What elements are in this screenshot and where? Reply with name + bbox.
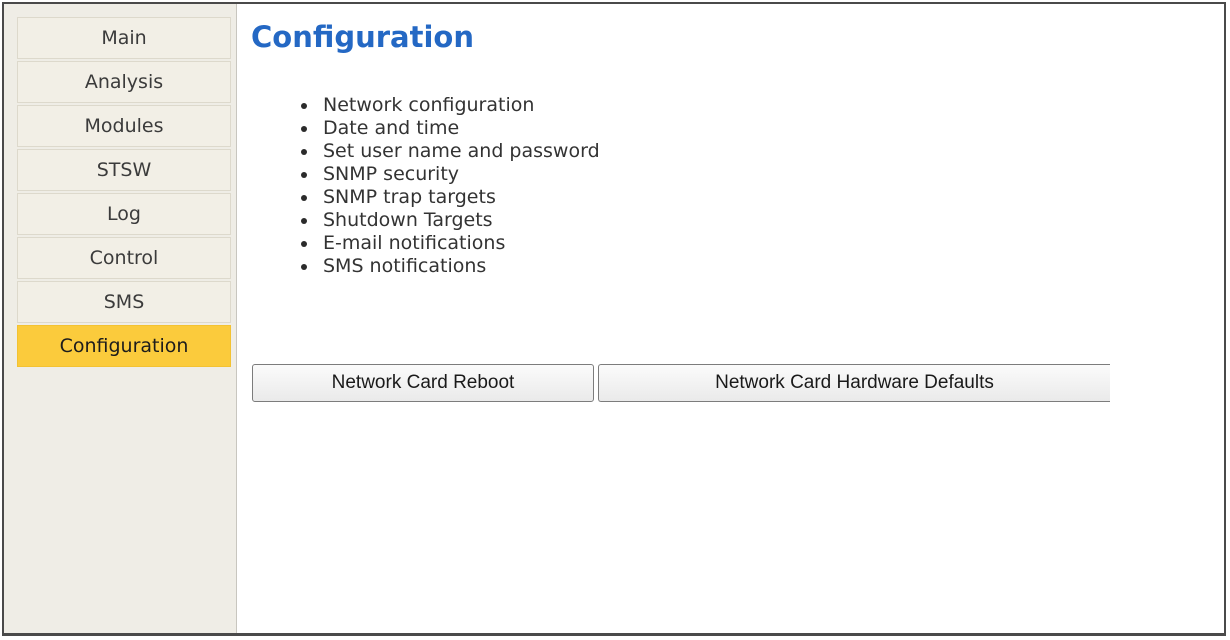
sidebar-nav: Main Analysis Modules STSW Log Control S…	[17, 17, 231, 369]
list-item-shutdown-targets[interactable]: Shutdown Targets	[292, 209, 600, 232]
bullet-icon	[301, 172, 307, 178]
sidebar-item-modules[interactable]: Modules	[17, 105, 231, 147]
list-item-email-notifications[interactable]: E-mail notifications	[292, 232, 600, 255]
link-label[interactable]: Date and time	[323, 117, 459, 139]
list-item-date-and-time[interactable]: Date and time	[292, 117, 600, 140]
bullet-icon	[301, 195, 307, 201]
bullet-icon	[301, 264, 307, 270]
sidebar-item-stsw[interactable]: STSW	[17, 149, 231, 191]
bullet-icon	[301, 241, 307, 247]
sidebar: Main Analysis Modules STSW Log Control S…	[4, 4, 237, 633]
network-card-reboot-button[interactable]: Network Card Reboot	[252, 364, 594, 402]
bullet-icon	[301, 218, 307, 224]
sidebar-item-analysis[interactable]: Analysis	[17, 61, 231, 103]
link-label[interactable]: E-mail notifications	[323, 232, 505, 254]
bullet-icon	[301, 126, 307, 132]
main-content: Configuration Network configuration Date…	[237, 4, 1224, 633]
link-label[interactable]: Set user name and password	[323, 140, 600, 162]
sidebar-item-log[interactable]: Log	[17, 193, 231, 235]
config-link-list: Network configuration Date and time Set …	[292, 94, 600, 278]
link-label[interactable]: Network configuration	[323, 94, 534, 116]
link-label[interactable]: Shutdown Targets	[323, 209, 493, 231]
list-item-snmp-trap-targets[interactable]: SNMP trap targets	[292, 186, 600, 209]
network-card-hardware-defaults-button[interactable]: Network Card Hardware Defaults	[598, 364, 1110, 402]
sidebar-item-configuration[interactable]: Configuration	[17, 325, 231, 367]
sidebar-item-main[interactable]: Main	[17, 17, 231, 59]
bullet-icon	[301, 149, 307, 155]
list-item-user-password[interactable]: Set user name and password	[292, 140, 600, 163]
bullet-icon	[301, 103, 307, 109]
link-label[interactable]: SNMP security	[323, 163, 459, 185]
sidebar-item-sms[interactable]: SMS	[17, 281, 231, 323]
list-item-network-configuration[interactable]: Network configuration	[292, 94, 600, 117]
list-item-snmp-security[interactable]: SNMP security	[292, 163, 600, 186]
link-label[interactable]: SMS notifications	[323, 255, 486, 277]
app-window: Main Analysis Modules STSW Log Control S…	[2, 2, 1226, 636]
page-title: Configuration	[251, 20, 474, 54]
sidebar-item-control[interactable]: Control	[17, 237, 231, 279]
list-item-sms-notifications[interactable]: SMS notifications	[292, 255, 600, 278]
link-label[interactable]: SNMP trap targets	[323, 186, 496, 208]
